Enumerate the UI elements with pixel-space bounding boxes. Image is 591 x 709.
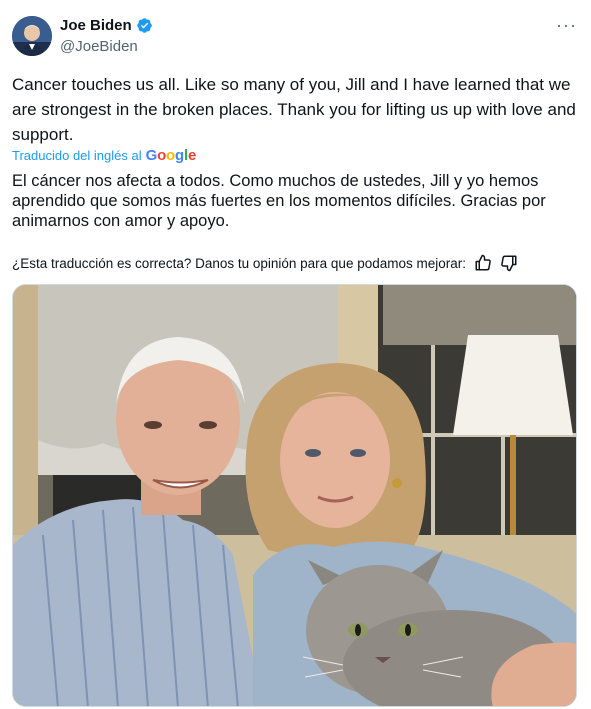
thumbs-up-icon[interactable] [474,254,492,272]
tweet-text: Cancer touches us all. Like so many of y… [12,75,576,144]
author-name[interactable]: Joe Biden [60,17,132,34]
author-handle[interactable]: @JoeBiden [60,38,138,55]
thumbs-down-icon[interactable] [500,254,518,272]
translation-feedback: ¿Esta traducción es correcta? Danos tu o… [12,254,518,272]
tweet-photo[interactable] [12,284,577,707]
translated-text: El cáncer nos afecta a todos. Como mucho… [12,172,546,230]
more-icon[interactable]: ··· [556,16,577,34]
feedback-prompt: ¿Esta traducción es correcta? Danos tu o… [12,255,466,271]
avatar[interactable] [12,16,52,56]
translated-by-label: Traducido del inglés al [12,148,142,163]
verified-badge-icon [136,17,153,34]
translated-by-link[interactable]: Traducido del inglés al Google [12,147,196,164]
google-logo: Google [145,147,197,164]
